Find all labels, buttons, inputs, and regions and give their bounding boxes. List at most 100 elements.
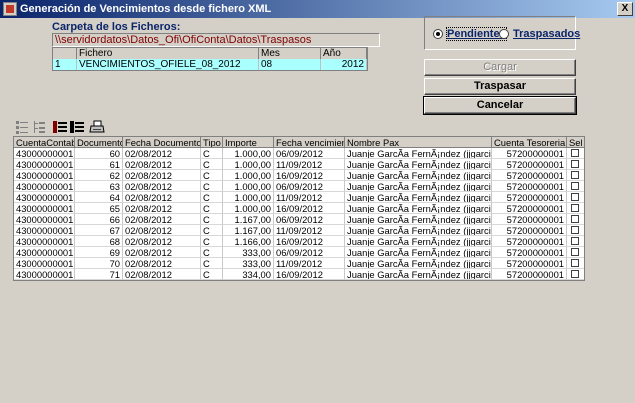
cell-nombre-pax: Juanje GarcÃ­a FernÃ¡ndez (jjgarcia@ofi.…	[345, 170, 492, 181]
cell-fecha-documento: 02/08/2012	[123, 214, 201, 225]
traspasar-button[interactable]: Traspasar	[424, 78, 576, 95]
cell-fecha-vencimiento: 16/09/2012	[274, 170, 345, 181]
select-all-icon[interactable]	[52, 119, 68, 135]
vencimientos-table[interactable]: CuentaContableDocumentoFecha DocumentoTi…	[13, 136, 585, 281]
cell-fecha-vencimiento: 16/09/2012	[274, 203, 345, 214]
sel-checkbox[interactable]	[571, 204, 579, 212]
sel-checkbox[interactable]	[571, 259, 579, 267]
cell-importe: 1.000,00	[223, 148, 274, 159]
sel-checkbox[interactable]	[571, 248, 579, 256]
cell-importe: 1.000,00	[223, 203, 274, 214]
cell-importe: 1.166,00	[223, 236, 274, 247]
radio-traspasados[interactable]	[499, 29, 509, 39]
cell-sel	[567, 247, 584, 258]
cell-nombre-pax: Juanje GarcÃ­a FernÃ¡ndez (jjgarcia@ofi.…	[345, 214, 492, 225]
col-documento[interactable]: Documento	[75, 137, 123, 148]
sel-checkbox[interactable]	[571, 237, 579, 245]
col-cuenta-tesoreria[interactable]: Cuenta Tesoreria	[492, 137, 567, 148]
cancelar-button[interactable]: Cancelar	[423, 96, 577, 115]
filter-radio-group: Pendientes Traspasados	[424, 16, 580, 50]
cell-fecha-documento: 02/08/2012	[123, 148, 201, 159]
sel-checkbox[interactable]	[571, 182, 579, 190]
print-icon[interactable]	[89, 119, 105, 135]
cell-documento: 62	[75, 170, 123, 181]
table-row[interactable]: 43000000001 61 02/08/2012 C 1.000,00 11/09/20…	[14, 159, 584, 170]
cell-cuenta-contable: 43000000001	[14, 258, 75, 269]
cell-importe: 333,00	[223, 247, 274, 258]
folder-path-field[interactable]: \\servidordatos\Datos_Ofi\OfiConta\Datos…	[52, 33, 380, 47]
cell-tipo: C	[201, 170, 223, 181]
sel-checkbox[interactable]	[571, 226, 579, 234]
table-row[interactable]: 43000000001 71 02/08/2012 C 334,00 16/09/2012…	[14, 269, 584, 280]
cell-fecha-vencimiento: 06/09/2012	[274, 214, 345, 225]
table-row[interactable]: 43000000001 66 02/08/2012 C 1.167,00 06/09/20…	[14, 214, 584, 225]
cell-documento: 65	[75, 203, 123, 214]
file-col-index	[53, 48, 77, 59]
table-row[interactable]: 43000000001 63 02/08/2012 C 1.000,00 06/09/20…	[14, 181, 584, 192]
cell-documento: 70	[75, 258, 123, 269]
sel-checkbox[interactable]	[571, 193, 579, 201]
cell-importe: 1.000,00	[223, 159, 274, 170]
cell-tipo: C	[201, 203, 223, 214]
cell-cuenta-tesoreria: 57200000001	[492, 192, 567, 203]
col-cuenta-contable[interactable]: CuentaContable	[14, 137, 75, 148]
table-row[interactable]: 43000000001 65 02/08/2012 C 1.000,00 16/09/20…	[14, 203, 584, 214]
cell-fecha-documento: 02/08/2012	[123, 159, 201, 170]
cell-documento: 63	[75, 181, 123, 192]
table-row[interactable]: 43000000001 62 02/08/2012 C 1.000,00 16/09/20…	[14, 170, 584, 181]
table-row[interactable]: 43000000001 64 02/08/2012 C 1.000,00 11/09/20…	[14, 192, 584, 203]
cell-cuenta-tesoreria: 57200000001	[492, 181, 567, 192]
file-col-mes[interactable]: Mes	[259, 48, 321, 59]
cell-cuenta-tesoreria: 57200000001	[492, 203, 567, 214]
cell-fecha-vencimiento: 11/09/2012	[274, 225, 345, 236]
sel-checkbox[interactable]	[571, 171, 579, 179]
cell-documento: 69	[75, 247, 123, 258]
close-button[interactable]: X	[617, 2, 633, 16]
table-row[interactable]: 43000000001 70 02/08/2012 C 333,00 11/09/2012…	[14, 258, 584, 269]
table-row[interactable]: 43000000001 60 02/08/2012 C 1.000,00 06/09/20…	[14, 148, 584, 159]
file-grid[interactable]: Fichero Mes Año 1 VENCIMIENTOS_OFIELE_08…	[52, 47, 368, 71]
file-col-anio[interactable]: Año	[321, 48, 367, 59]
cell-tipo: C	[201, 258, 223, 269]
file-col-fichero[interactable]: Fichero	[77, 48, 259, 59]
cell-nombre-pax: Juanje GarcÃ­a FernÃ¡ndez (jjgarcia@ofi.…	[345, 181, 492, 192]
sel-checkbox[interactable]	[571, 215, 579, 223]
cell-documento: 71	[75, 269, 123, 280]
cell-cuenta-contable: 43000000001	[14, 236, 75, 247]
cell-cuenta-tesoreria: 57200000001	[492, 269, 567, 280]
tree-expand-icon[interactable]	[31, 119, 47, 135]
col-fecha-documento[interactable]: Fecha Documento	[123, 137, 201, 148]
cell-fecha-vencimiento: 06/09/2012	[274, 148, 345, 159]
table-row[interactable]: 43000000001 69 02/08/2012 C 333,00 06/09/2012…	[14, 247, 584, 258]
cell-nombre-pax: Juanje GarcÃ­a FernÃ¡ndez (jjgarcia@ofi.…	[345, 247, 492, 258]
cell-importe: 1.167,00	[223, 225, 274, 236]
col-sel[interactable]: Sel	[567, 137, 584, 148]
sel-checkbox[interactable]	[571, 149, 579, 157]
radio-traspasados-label[interactable]: Traspasados	[513, 28, 580, 40]
radio-pendientes[interactable]	[433, 29, 443, 39]
col-importe[interactable]: Importe	[223, 137, 274, 148]
file-grid-header: Fichero Mes Año	[53, 48, 367, 59]
cell-nombre-pax: Juanje GarcÃ­a FernÃ¡ndez (jjgarcia@ofi.…	[345, 192, 492, 203]
file-row[interactable]: 1 VENCIMIENTOS_OFIELE_08_2012 08 2012	[53, 59, 367, 70]
deselect-all-icon[interactable]	[69, 119, 85, 135]
cell-documento: 68	[75, 236, 123, 247]
cell-tipo: C	[201, 181, 223, 192]
tree-collapse-icon[interactable]	[14, 119, 30, 135]
table-row[interactable]: 43000000001 68 02/08/2012 C 1.166,00 16/09/20…	[14, 236, 584, 247]
cell-cuenta-tesoreria: 57200000001	[492, 247, 567, 258]
col-tipo[interactable]: Tipo	[201, 137, 223, 148]
cell-fecha-documento: 02/08/2012	[123, 258, 201, 269]
col-nombre-pax[interactable]: Nombre Pax	[345, 137, 492, 148]
cell-sel	[567, 269, 584, 280]
cell-sel	[567, 258, 584, 269]
cell-sel	[567, 214, 584, 225]
cargar-button[interactable]: Cargar	[424, 59, 576, 76]
sel-checkbox[interactable]	[571, 270, 579, 278]
radio-pendientes-label[interactable]: Pendientes	[446, 27, 507, 41]
cell-cuenta-contable: 43000000001	[14, 192, 75, 203]
sel-checkbox[interactable]	[571, 160, 579, 168]
cell-fecha-vencimiento: 06/09/2012	[274, 181, 345, 192]
table-row[interactable]: 43000000001 67 02/08/2012 C 1.167,00 11/09/20…	[14, 225, 584, 236]
col-fecha-vencimiento[interactable]: Fecha vencimiento	[274, 137, 345, 148]
